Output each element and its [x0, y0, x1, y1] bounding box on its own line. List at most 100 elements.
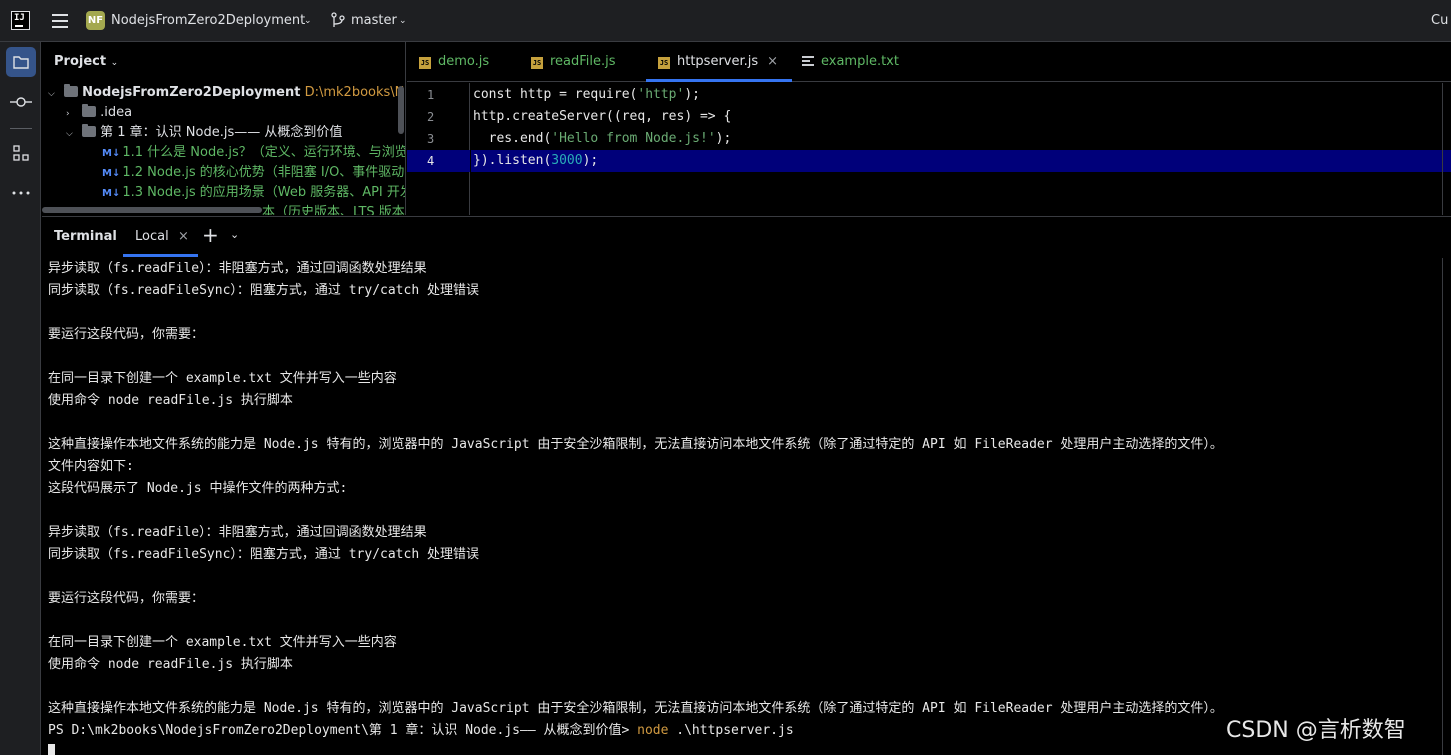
code-line-current[interactable]: }).listen(3000); — [471, 150, 1451, 172]
structure-icon — [13, 145, 29, 161]
titlebar-truncated-text[interactable]: Cu — [1431, 13, 1448, 28]
terminal-line: 异步读取（fs.readFile）：非阻塞方式，通过回调函数处理结果 — [48, 525, 427, 540]
chevron-down-icon[interactable]: ⌄ — [230, 228, 239, 241]
project-panel: Project ⌄ ⌵ NodejsFromZero2Deployment D:… — [42, 42, 406, 215]
code-string: 'Hello from Node.js!' — [551, 131, 716, 146]
terminal-title: Terminal — [54, 229, 117, 244]
terminal-output[interactable]: 异步读取（fs.readFile）：非阻塞方式，通过回调函数处理结果同步读取（f… — [48, 258, 1448, 755]
code-number: 3000 — [551, 153, 583, 168]
module-folder-icon — [64, 84, 79, 97]
close-icon[interactable]: × — [767, 54, 778, 69]
close-icon[interactable]: × — [178, 229, 189, 244]
terminal-line: 异步读取（fs.readFile）：非阻塞方式，通过回调函数处理结果 — [48, 261, 427, 276]
project-switcher[interactable]: NodejsFromZero2Deployment — [111, 13, 305, 28]
project-title-label: Project — [54, 54, 107, 69]
command-name: node — [637, 723, 669, 738]
commit-icon — [10, 97, 32, 107]
tree-item-label: 1.1 什么是 Node.js？（定义、运行环境、与浏览器 — [122, 145, 406, 160]
js-file-icon: JS — [531, 57, 543, 69]
tree-item-md-1-1[interactable]: M↓ 1.1 什么是 Node.js？（定义、运行环境、与浏览器 — [102, 143, 406, 163]
js-file-icon: JS — [658, 57, 670, 69]
tree-item-label: 1.3 Node.js 的应用场景（Web 服务器、API 开发 — [122, 185, 406, 200]
tab-label: demo.js — [438, 54, 490, 69]
text-cursor — [48, 744, 55, 755]
markdown-file-icon: M↓ — [102, 188, 121, 199]
project-tool-button[interactable] — [6, 47, 36, 77]
code-line[interactable]: http.createServer((req, res) => { — [471, 106, 1451, 128]
tree-item-label: 第 1 章：认识 Node.js—— 从概念到价值 — [100, 125, 343, 140]
line-number: 2 — [427, 110, 435, 124]
tree-item-md-1-4[interactable]: 本（历史版本、LTS 版本 — [262, 203, 405, 215]
git-branch-icon[interactable] — [330, 12, 346, 30]
chevron-down-icon[interactable]: ⌄ — [399, 16, 407, 26]
title-bar: IJ NF NodejsFromZero2Deployment ⌄ master… — [0, 0, 1451, 42]
commit-tool-button[interactable] — [6, 87, 36, 117]
logo-text: IJ — [14, 13, 25, 23]
tree-item-idea[interactable]: › .idea — [66, 103, 132, 123]
code-editor[interactable]: const http = require('http'); http.creat… — [471, 83, 1451, 215]
tab-label: httpserver.js — [677, 54, 759, 69]
code-token: res.end( — [473, 131, 552, 146]
structure-tool-button[interactable] — [6, 138, 36, 168]
tab-demo-js[interactable]: JS demo.js — [419, 42, 489, 82]
project-panel-title[interactable]: Project ⌄ — [54, 54, 118, 69]
tree-root[interactable]: ⌵ NodejsFromZero2Deployment D:\mk2books\… — [48, 83, 405, 104]
tab-httpserver-js[interactable]: JS httpserver.js × — [645, 42, 793, 82]
terminal-line: 在同一目录下创建一个 example.txt 文件并写入一些内容 — [48, 371, 397, 386]
tab-readfile-js[interactable]: JS readFile.js — [531, 42, 616, 82]
editor-panel: JS demo.js JS readFile.js JS httpserver.js ×… — [407, 42, 1451, 215]
tree-item-label: 1.2 Node.js 的核心优势（非阻塞 I/O、事件驱动、 — [122, 165, 406, 180]
line-number: 3 — [427, 132, 435, 146]
js-file-icon: JS — [419, 57, 431, 69]
command-argument: .\httpserver.js — [668, 723, 794, 738]
root-name: NodejsFromZero2Deployment — [82, 85, 301, 100]
terminal-right-border — [1442, 258, 1443, 755]
chevron-down-icon[interactable]: ⌵ — [66, 124, 78, 144]
code-token: ); — [582, 153, 599, 168]
markdown-file-icon: M↓ — [102, 148, 121, 159]
tab-label: example.txt — [821, 54, 899, 69]
tree-item-md-1-2[interactable]: M↓ 1.2 Node.js 的核心优势（非阻塞 I/O、事件驱动、 — [102, 163, 406, 183]
more-tools-button[interactable] — [6, 178, 36, 208]
tree-item-md-1-3[interactable]: M↓ 1.3 Node.js 的应用场景（Web 服务器、API 开发 — [102, 183, 406, 203]
line-number-gutter: 1 2 3 4 — [407, 83, 470, 215]
terminal-line: 同步读取（fs.readFileSync）：阻塞方式，通过 try/catch … — [48, 283, 479, 298]
folder-icon — [13, 56, 29, 69]
terminal-line: 文件内容如下: — [48, 459, 134, 474]
code-line[interactable]: res.end('Hello from Node.js!'); — [471, 128, 1451, 150]
tree-item-chapter-1[interactable]: ⌵ 第 1 章：认识 Node.js—— 从概念到价值 — [66, 123, 342, 143]
right-margin-guide — [1442, 83, 1443, 215]
terminal-line: 同步读取（fs.readFileSync）：阻塞方式，通过 try/catch … — [48, 547, 479, 562]
terminal-line: 在同一目录下创建一个 example.txt 文件并写入一些内容 — [48, 635, 397, 650]
code-token: }).listen( — [473, 153, 552, 168]
horizontal-scrollbar[interactable] — [42, 207, 262, 213]
code-line[interactable]: const http = require('http'); — [471, 84, 1451, 106]
more-icon — [12, 191, 30, 195]
code-token: ); — [684, 87, 700, 102]
terminal-panel: Terminal Local × + ⌄ 异步读取（fs.readFile）：非… — [42, 216, 1451, 755]
tab-example-txt[interactable]: example.txt — [802, 42, 899, 82]
watermark: CSDN @言析数智 — [1226, 718, 1406, 743]
main-menu-icon[interactable] — [52, 14, 68, 28]
terminal-tab-local[interactable]: Local — [135, 229, 169, 244]
new-terminal-plus-icon[interactable]: + — [202, 223, 219, 247]
intellij-logo-icon[interactable]: IJ — [11, 11, 30, 30]
text-file-icon — [802, 56, 814, 66]
chevron-down-icon[interactable]: ⌵ — [48, 84, 60, 104]
project-badge[interactable]: NF — [86, 11, 105, 30]
terminal-line: 使用命令 node readFile.js 执行脚本 — [48, 657, 293, 672]
vertical-scrollbar[interactable] — [398, 86, 404, 134]
line-number: 1 — [427, 88, 435, 102]
terminal-line: 使用命令 node readFile.js 执行脚本 — [48, 393, 293, 408]
chevron-down-icon[interactable]: ⌄ — [304, 16, 312, 26]
chevron-right-icon[interactable]: › — [66, 104, 78, 124]
prompt-text: PS D:\mk2books\NodejsFromZero2Deployment… — [48, 723, 638, 738]
line-number: 4 — [407, 150, 470, 172]
terminal-line: 这段代码展示了 Node.js 中操作文件的两种方式: — [48, 481, 348, 496]
branch-switcher[interactable]: master — [351, 13, 397, 28]
